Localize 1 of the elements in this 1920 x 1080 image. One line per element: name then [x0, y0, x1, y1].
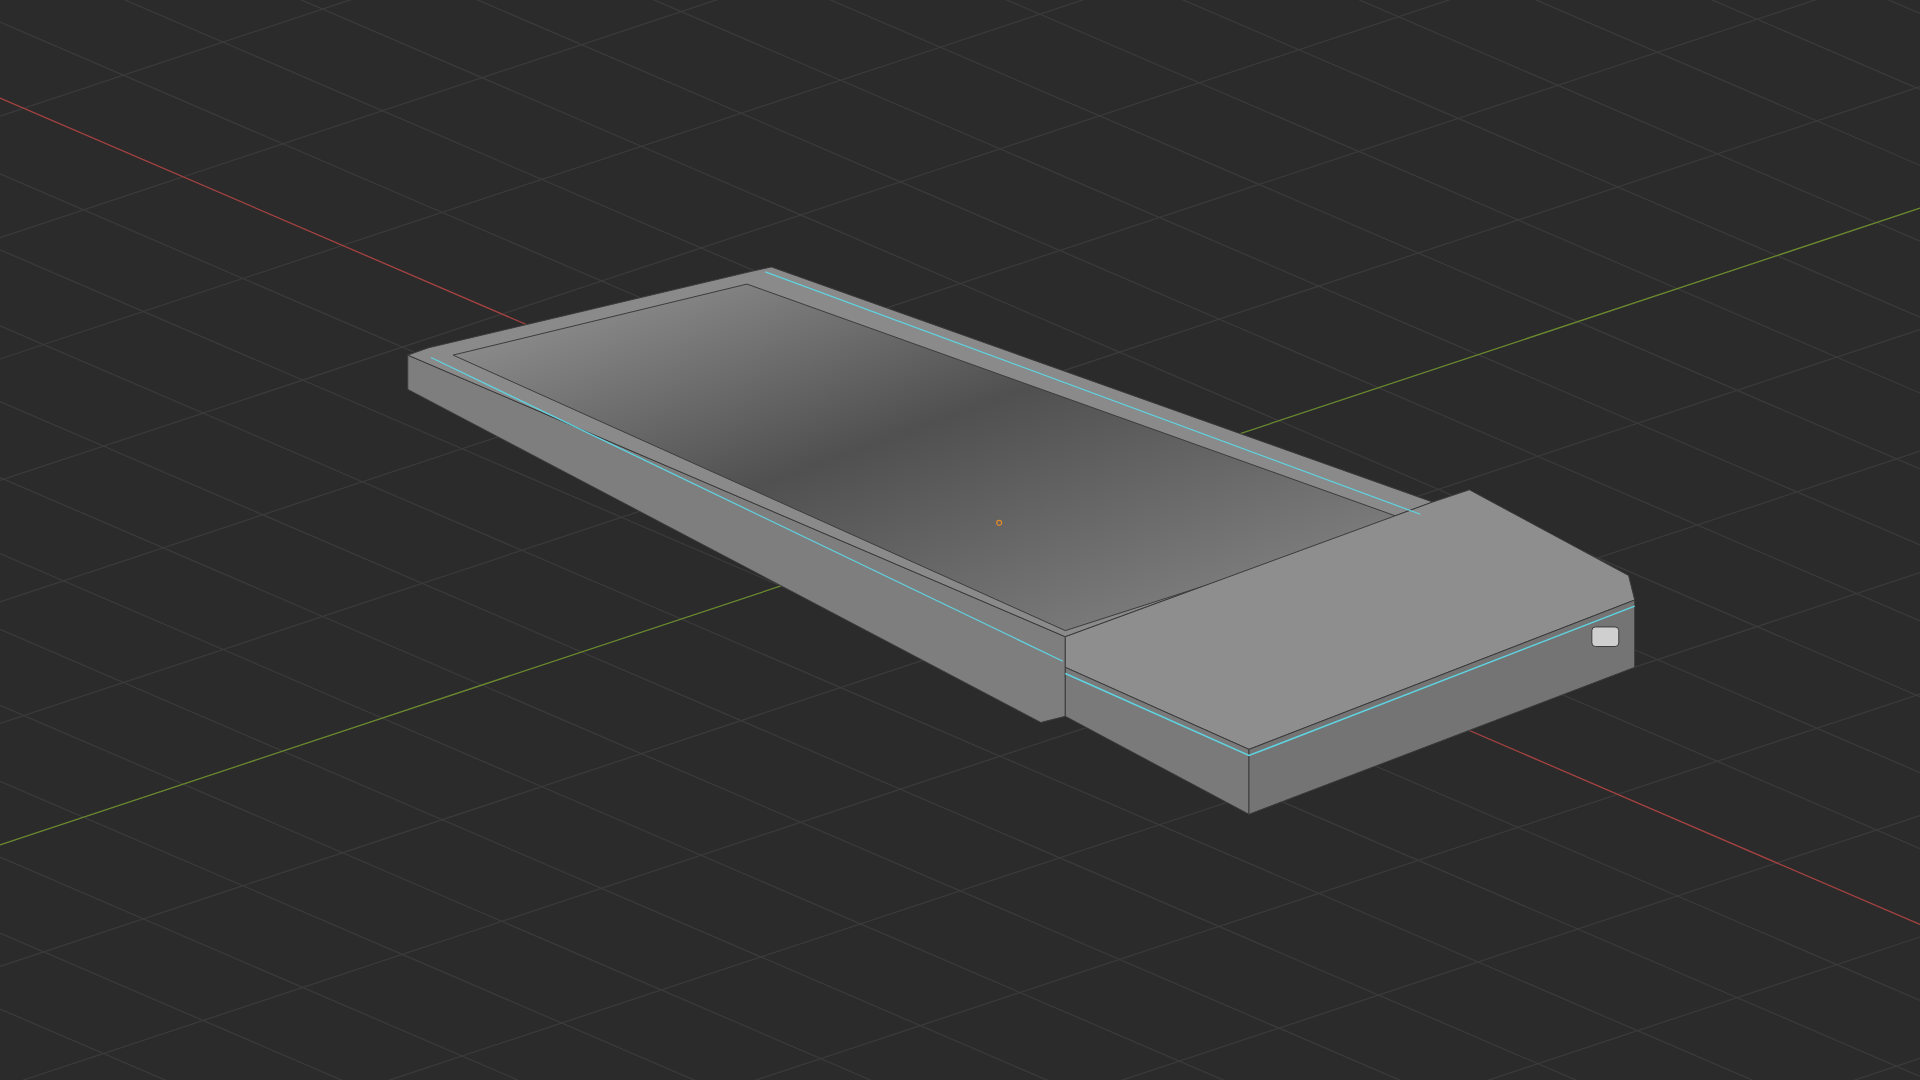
origin-point-icon	[996, 519, 1003, 526]
